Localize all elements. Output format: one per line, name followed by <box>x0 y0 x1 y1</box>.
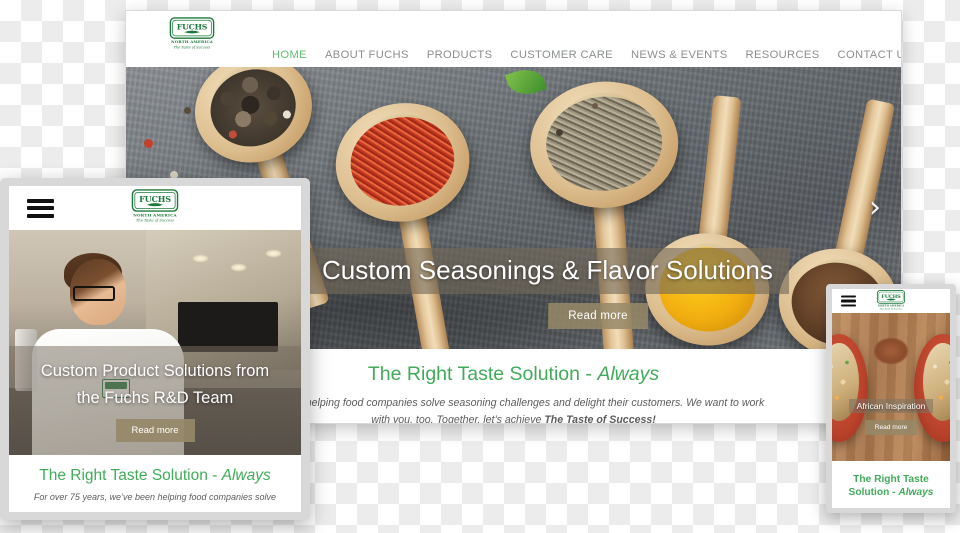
nav-item-about-fuchs[interactable]: ABOUT FUCHS <box>316 49 418 61</box>
lab-dark-panel <box>178 302 278 352</box>
tablet-tagline-headline: The Right Taste Solution - Always <box>15 467 295 485</box>
tagline-body-text: ’ve been helping food companies solve se… <box>262 397 765 424</box>
ceiling-light <box>192 254 208 262</box>
fuchs-logo[interactable]: FUCHS NORTH AMERICA The Taste of Success <box>169 17 215 50</box>
tablet-tagline-section: The Right Taste Solution - Always For ov… <box>9 455 301 510</box>
carousel-next-arrow-icon[interactable]: › <box>869 193 881 223</box>
phone-tagline-section: The Right Taste Solution - Always <box>832 461 950 506</box>
svg-text:NORTH AMERICA: NORTH AMERICA <box>133 212 177 217</box>
spice-speck <box>184 107 191 114</box>
svg-text:NORTH AMERICA: NORTH AMERICA <box>878 305 904 308</box>
phone-headline-italic: Always <box>898 487 934 499</box>
nav-item-customer-care[interactable]: CUSTOMER CARE <box>501 49 622 61</box>
svg-text:FUCHS: FUCHS <box>139 194 171 204</box>
nav-item-contact-us[interactable]: CONTACT US <box>829 49 901 61</box>
phone-headline-line-1: The Right Taste <box>853 474 929 485</box>
eyeglasses-icon <box>73 286 116 302</box>
phone-hero-carousel[interactable]: African Inspiration Read more <box>832 313 950 461</box>
phone-tagline-headline: The Right Taste Solution - Always <box>837 473 945 500</box>
desktop-navbar: FUCHS NORTH AMERICA The Taste of Success… <box>126 11 901 67</box>
phone-read-more-button[interactable]: Read more <box>864 419 918 435</box>
hero-read-more-button[interactable]: Read more <box>548 303 648 329</box>
tablet-tagline-body: For over 75 years, we’ve been helping fo… <box>33 492 277 502</box>
tagline-body-bold: The Taste of Success! <box>544 414 656 424</box>
svg-text:NORTH AMERICA: NORTH AMERICA <box>171 39 214 44</box>
nav-item-home[interactable]: HOME <box>263 49 316 61</box>
tablet-screen: FUCHS NORTH AMERICA The Taste of Success <box>9 186 301 512</box>
phone-mockup: FUCHS NORTH AMERICA The Taste of Success… <box>826 284 956 513</box>
nav-item-resources[interactable]: RESOURCES <box>737 49 829 61</box>
tablet-read-more-button[interactable]: Read more <box>115 419 195 442</box>
svg-text:The Taste of Success: The Taste of Success <box>174 45 211 49</box>
desktop-nav-menu[interactable]: HOME ABOUT FUCHS PRODUCTS CUSTOMER CARE … <box>263 49 901 67</box>
spice-speck <box>592 103 598 109</box>
phone-hero-caption: African Inspiration Read more <box>832 396 950 435</box>
tablet-hero-caption: Custom Product Solutions from the Fuchs … <box>9 345 301 455</box>
nav-item-products[interactable]: PRODUCTS <box>418 49 502 61</box>
svg-text:The Taste of Success: The Taste of Success <box>880 308 904 311</box>
fuchs-logo[interactable]: FUCHS NORTH AMERICA The Taste of Success <box>876 290 906 311</box>
hamburger-icon[interactable] <box>841 294 856 309</box>
phone-headline-plain: Solution - <box>848 487 899 499</box>
headline-plain: The Right Taste Solution - <box>39 467 222 484</box>
spice-speck <box>556 129 563 136</box>
headline-italic: Always <box>221 467 271 484</box>
tablet-hero-carousel[interactable]: Custom Product Solutions from the Fuchs … <box>9 230 301 455</box>
ceiling-light <box>230 263 246 271</box>
phone-caption-text: African Inspiration <box>848 398 934 413</box>
svg-text:FUCHS: FUCHS <box>177 22 208 31</box>
tablet-caption-line-1: Custom Product Solutions from <box>40 361 270 380</box>
mockup-stage: FUCHS NORTH AMERICA The Taste of Success… <box>0 0 960 533</box>
tablet-mockup: FUCHS NORTH AMERICA The Taste of Success <box>0 178 310 520</box>
phone-screen: FUCHS NORTH AMERICA The Taste of Success… <box>832 289 950 508</box>
headline-italic: Always <box>597 363 660 385</box>
svg-text:The Taste of Success: The Taste of Success <box>136 219 174 223</box>
tablet-navbar: FUCHS NORTH AMERICA The Taste of Success <box>9 186 301 230</box>
tablet-caption-line-2: the Fuchs R&D Team <box>76 388 234 407</box>
ground-spice-pile <box>874 338 908 365</box>
fuchs-logo[interactable]: FUCHS NORTH AMERICA The Taste of Success <box>131 189 179 224</box>
nav-item-news-events[interactable]: NEWS & EVENTS <box>622 49 737 61</box>
spice-speck <box>144 139 153 148</box>
hamburger-icon[interactable] <box>27 195 54 221</box>
hero-caption: Custom Seasonings & Flavor Solutions <box>306 247 789 294</box>
desktop-tagline-body: ’ve been helping food companies solve se… <box>236 395 792 424</box>
phone-navbar: FUCHS NORTH AMERICA The Taste of Success <box>832 289 950 313</box>
headline-plain: The Right Taste Solution - <box>367 363 598 385</box>
